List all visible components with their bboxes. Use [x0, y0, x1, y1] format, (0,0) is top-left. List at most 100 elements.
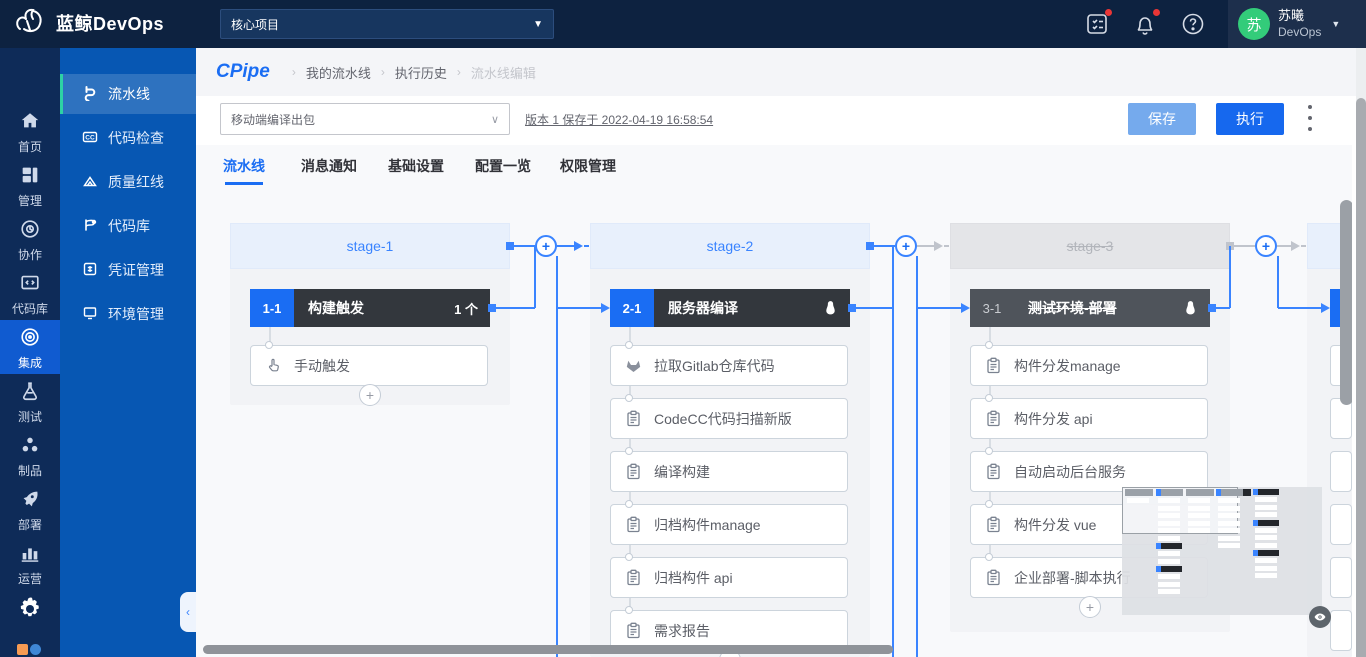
add-stage-button[interactable]: +: [895, 235, 917, 257]
settings-gear-icon[interactable]: [0, 586, 60, 636]
subsidebar-item-4[interactable]: 代码库: [60, 206, 196, 246]
step-card[interactable]: 编译构建: [610, 451, 848, 492]
step-card[interactable]: 归档构件manage: [610, 504, 848, 545]
job-header-3-1[interactable]: 3-1测试环境-部署: [970, 289, 1210, 327]
stage-header-1[interactable]: stage-1: [230, 223, 510, 269]
notification-bell-icon[interactable]: [1132, 11, 1158, 37]
minimap-step-row: [1158, 506, 1180, 511]
tab-4[interactable]: 配置一览: [475, 156, 531, 176]
minimap-step-row: [1158, 582, 1180, 587]
step-card[interactable]: [1330, 610, 1352, 651]
horizontal-scrollbar[interactable]: [203, 645, 893, 654]
sidebar-item-3[interactable]: 协作: [0, 212, 60, 266]
connector-arrow-icon: [934, 241, 943, 251]
sidebar-item-8[interactable]: 部署: [0, 482, 60, 536]
sidebar-item-7[interactable]: 制品: [0, 428, 60, 482]
minimap-job-row: [1156, 543, 1182, 549]
more-options-menu[interactable]: [1300, 101, 1320, 137]
sidebar-item-2[interactable]: 管理: [0, 158, 60, 212]
page-scrollbar-thumb[interactable]: [1356, 98, 1366, 657]
clipboard-icon: [985, 357, 1002, 374]
connector-line: [917, 307, 961, 309]
step-label: 构件分发 vue: [1014, 515, 1096, 535]
step-card[interactable]: 手动触发: [250, 345, 488, 386]
stage-header-3[interactable]: stage-3: [950, 223, 1230, 269]
step-card[interactable]: 归档构件 api: [610, 557, 848, 598]
step-card[interactable]: CodeCC代码扫描新版: [610, 398, 848, 439]
tab-3[interactable]: 基础设置: [388, 156, 444, 176]
step-label: 自动启动后台服务: [1014, 462, 1126, 482]
user-menu[interactable]: 苏 苏曦 DevOps ▼: [1228, 0, 1366, 48]
tab-5[interactable]: 权限管理: [560, 156, 616, 176]
step-connector-dot: [625, 500, 633, 508]
help-icon[interactable]: [1180, 11, 1206, 37]
add-stage-button[interactable]: +: [1255, 235, 1277, 257]
clipboard-icon: [625, 622, 642, 639]
sidebar-item-label: 管理: [0, 192, 60, 209]
breadcrumb-item[interactable]: 我的流水线: [306, 63, 371, 82]
codelib-icon: [19, 281, 41, 298]
minimap-step-row: [1188, 528, 1210, 533]
step-label: 归档构件manage: [654, 515, 761, 535]
clipboard-icon: [985, 463, 1002, 480]
step-card[interactable]: 构件分发 api: [970, 398, 1208, 439]
sidebar-item-5[interactable]: 集成: [0, 320, 60, 374]
save-button[interactable]: 保存: [1128, 103, 1196, 135]
sidebar-item-4[interactable]: 代码库: [0, 266, 60, 320]
subsidebar-item-3[interactable]: 质量红线: [60, 162, 196, 202]
breadcrumb-item[interactable]: 执行历史: [395, 63, 447, 82]
pipeline-name-selector[interactable]: 移动端编译出包 ∨: [220, 103, 510, 135]
tab-1[interactable]: 流水线: [223, 156, 265, 176]
job-badge: 3-1: [970, 289, 1014, 327]
job-header-2-1[interactable]: 2-1服务器编译: [610, 289, 850, 327]
todo-list-icon[interactable]: [1084, 11, 1110, 37]
cpipe-logo[interactable]: CPipe: [216, 61, 270, 83]
sidebar-item-label: 测试: [0, 408, 60, 425]
minimap-step-row: [1255, 543, 1277, 548]
step-card[interactable]: 自动启动后台服务: [970, 451, 1208, 492]
codecheck-icon: CC: [82, 129, 98, 148]
step-card[interactable]: [1330, 504, 1352, 545]
sidebar-item-label: 集成: [0, 354, 60, 371]
subsidebar-item-1[interactable]: 流水线: [60, 74, 196, 114]
job-header-1-1[interactable]: 1-1构建触发1 个: [250, 289, 490, 327]
sidebar-item-1[interactable]: 首页: [0, 104, 60, 158]
subsidebar-item-5[interactable]: 凭证管理: [60, 250, 196, 290]
hand-icon: [265, 357, 282, 374]
pipeline-name: 移动端编译出包: [231, 111, 315, 128]
subsidebar-item-2[interactable]: CC代码检查: [60, 118, 196, 158]
add-stage-button[interactable]: +: [535, 235, 557, 257]
step-connector-dot: [985, 553, 993, 561]
stage-header-2[interactable]: stage-2: [590, 223, 870, 269]
sidebar-collapse-button[interactable]: ‹: [180, 592, 196, 632]
subsidebar-item-6[interactable]: 环境管理: [60, 294, 196, 334]
bk-devops-logo[interactable]: 蓝鲸DevOps: [14, 7, 164, 39]
minimap-step-row: [1158, 521, 1180, 526]
version-text[interactable]: 版本 1 保存于 2022-04-19 16:58:54: [525, 111, 713, 128]
step-card[interactable]: [1330, 451, 1352, 492]
tab-2[interactable]: 消息通知: [301, 156, 357, 176]
project-selector[interactable]: 核心项目 ▼: [220, 9, 554, 39]
clipboard-icon: [985, 516, 1002, 533]
add-step-button[interactable]: +: [359, 384, 381, 406]
minimap-visibility-toggle[interactable]: [1309, 606, 1331, 628]
step-connector-dot: [985, 500, 993, 508]
run-button[interactable]: 执行: [1216, 103, 1284, 135]
connector-line: [1277, 245, 1291, 247]
vertical-scrollbar[interactable]: [1340, 200, 1352, 405]
step-card[interactable]: [1330, 557, 1352, 598]
env-icon: [82, 305, 98, 324]
add-step-button[interactable]: +: [1079, 596, 1101, 618]
minimap[interactable]: [1122, 487, 1322, 615]
sidebar-item-6[interactable]: 测试: [0, 374, 60, 428]
top-navbar: 蓝鲸DevOps 核心项目 ▼ 苏 苏曦 DevOps: [0, 0, 1366, 48]
minimap-step-row: [1218, 521, 1240, 526]
chevron-down-icon: ▼: [533, 19, 543, 30]
page-scrollbar-track: [1356, 48, 1366, 657]
sidebar-item-9[interactable]: 运营: [0, 536, 60, 590]
pipeline-canvas[interactable]: stage-11-1构建触发1 个手动触发+stage-22-1服务器编译拉取G…: [196, 145, 1352, 657]
minimap-step-row: [1218, 506, 1240, 511]
app-grid-icon[interactable]: [17, 644, 43, 657]
step-card[interactable]: 构件分发manage: [970, 345, 1208, 386]
step-card[interactable]: 拉取Gitlab仓库代码: [610, 345, 848, 386]
